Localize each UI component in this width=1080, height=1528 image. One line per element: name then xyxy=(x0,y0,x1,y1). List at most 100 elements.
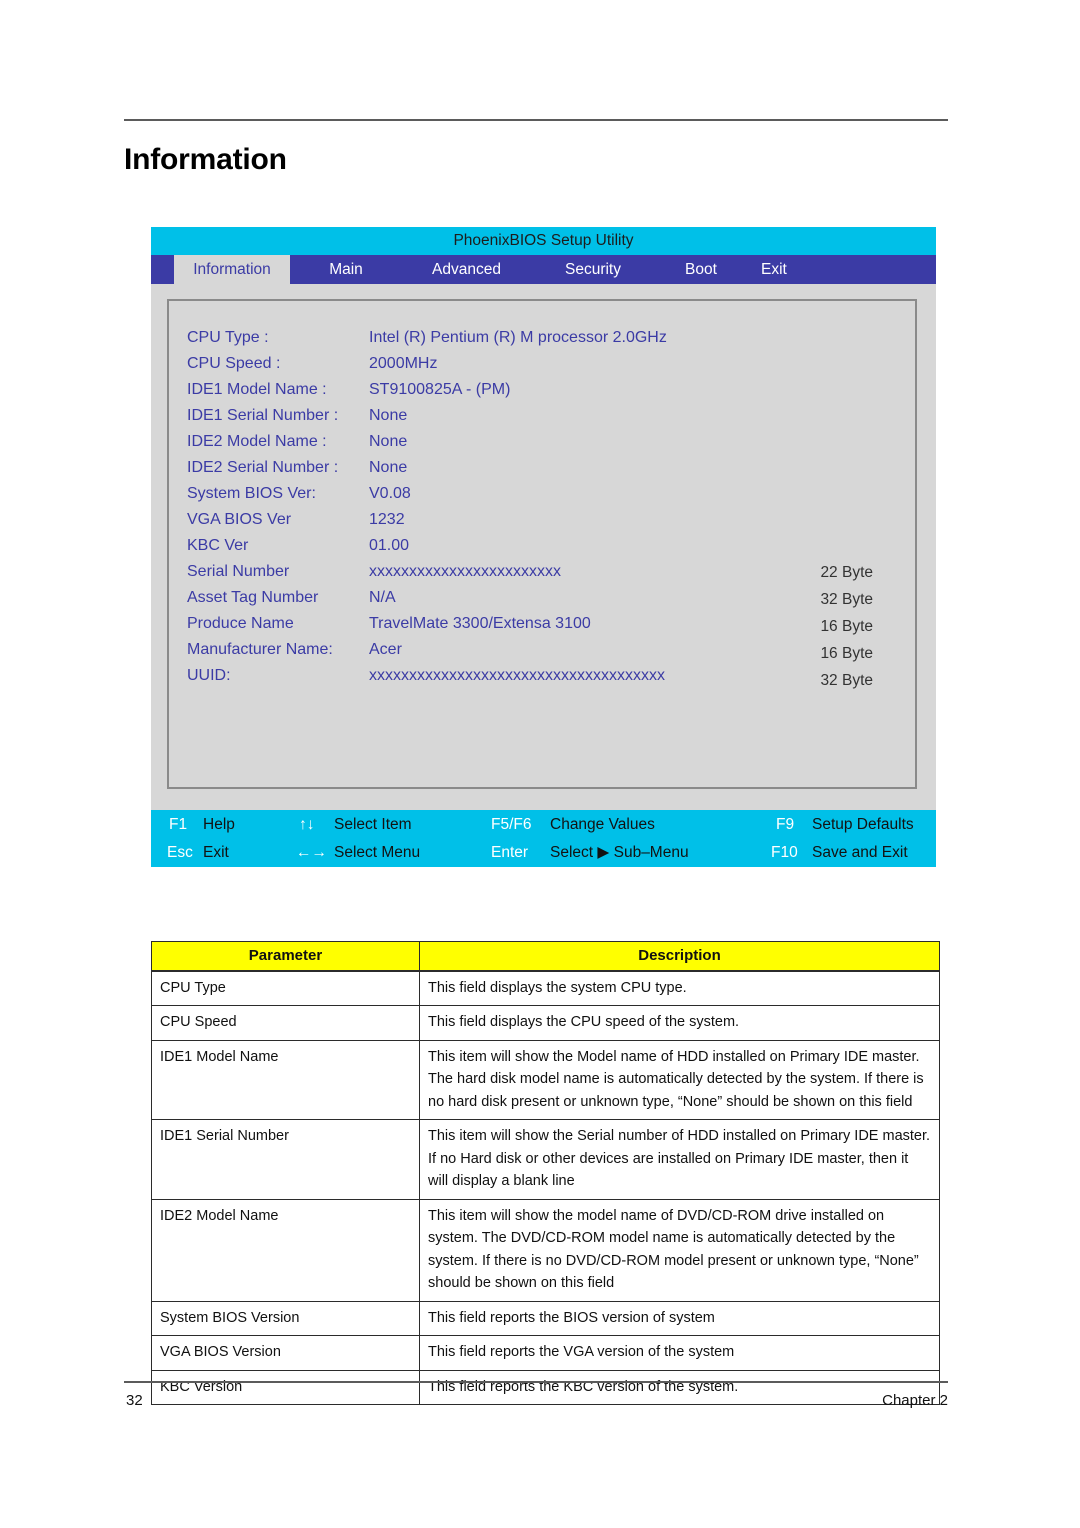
fkey-f10-label: Save and Exit xyxy=(812,844,908,861)
cell-description: This item will show the model name of DV… xyxy=(419,1198,940,1302)
field-label: IDE2 Serial Number : xyxy=(187,459,339,476)
cell-description: This field displays the system CPU type. xyxy=(419,970,940,1007)
field-label: CPU Type : xyxy=(187,329,269,346)
table-header-row: Parameter Description xyxy=(151,941,940,972)
table-row: CPU Speed This field displays the CPU sp… xyxy=(151,1005,940,1041)
bios-info-panel: CPU Type : Intel (R) Pentium (R) M proce… xyxy=(167,299,917,789)
bios-function-key-bar: F1 Help ↑↓ Select Item F5/F6 Change Valu… xyxy=(151,810,936,867)
field-value: None xyxy=(369,459,408,476)
footer-chapter-label: Chapter 2 xyxy=(882,1392,948,1409)
cell-description: This item will show the Serial number of… xyxy=(419,1119,940,1200)
field-value: xxxxxxxxxxxxxxxxxxxxxxxxxxxxxxxxxxxxx xyxy=(369,667,665,684)
field-value: ST9100825A - (PM) xyxy=(369,381,511,398)
cell-parameter: VGA BIOS Version xyxy=(151,1335,420,1371)
byte-size-item: 32 Byte xyxy=(820,591,873,608)
fkey-updown[interactable]: ↑↓ xyxy=(299,811,315,839)
bios-field-row: IDE1 Model Name : ST9100825A - (PM) xyxy=(187,381,887,407)
byte-size-item: 32 Byte xyxy=(820,672,873,689)
cell-parameter: KBC Version xyxy=(151,1369,420,1406)
menu-tab-exit[interactable]: Exit xyxy=(747,255,837,284)
byte-size-item: 16 Byte xyxy=(820,645,873,662)
page-title: Information xyxy=(124,143,287,176)
menu-tab-boot[interactable]: Boot xyxy=(655,255,747,284)
table-row: KBC Version This field reports the KBC v… xyxy=(151,1369,940,1406)
field-label: IDE1 Serial Number : xyxy=(187,407,339,424)
fkey-updown-label: Select Item xyxy=(334,816,412,833)
bios-field-row: CPU Speed : 2000MHz xyxy=(187,355,887,381)
cell-description: This field reports the KBC version of th… xyxy=(419,1369,940,1406)
fkey-f1-label: Help xyxy=(203,816,235,833)
fkey-esc[interactable]: Esc xyxy=(167,839,193,867)
fkey-f1[interactable]: F1 xyxy=(169,811,187,839)
field-value: Intel (R) Pentium (R) M processor 2.0GHz xyxy=(369,329,667,346)
fkey-leftright[interactable]: ←→ xyxy=(296,839,327,867)
footer-page-number: 32 xyxy=(126,1392,143,1409)
table-row: IDE1 Model Name This item will show the … xyxy=(151,1039,940,1121)
field-label: CPU Speed : xyxy=(187,355,281,372)
page-top-rule xyxy=(124,119,948,121)
field-label: System BIOS Ver: xyxy=(187,485,316,502)
parameter-description-table: Parameter Description CPU Type This fiel… xyxy=(151,941,940,1406)
cell-description: This field reports the BIOS version of s… xyxy=(419,1300,940,1337)
bios-field-row: System BIOS Ver: V0.08 xyxy=(187,485,887,511)
field-label: Produce Name xyxy=(187,615,294,632)
fkey-leftright-label: Select Menu xyxy=(334,844,421,861)
bios-setup-screen: PhoenixBIOS Setup Utility Information Ma… xyxy=(151,227,936,867)
fkey-f9-label: Setup Defaults xyxy=(812,816,914,833)
field-label: VGA BIOS Ver xyxy=(187,511,292,528)
field-label: IDE1 Model Name : xyxy=(187,381,327,398)
table-row: IDE2 Model Name This item will show the … xyxy=(151,1198,940,1302)
menu-tab-main[interactable]: Main xyxy=(290,255,402,284)
menu-tab-advanced[interactable]: Advanced xyxy=(402,255,531,284)
bios-title-bar: PhoenixBIOS Setup Utility xyxy=(151,227,936,255)
fkey-enter[interactable]: Enter xyxy=(491,839,528,867)
fkey-f5f6[interactable]: F5/F6 xyxy=(491,811,531,839)
field-value: 01.00 xyxy=(369,537,410,554)
function-key-row-1: F1 Help ↑↓ Select Item F5/F6 Change Valu… xyxy=(151,811,936,839)
fkey-esc-label: Exit xyxy=(203,844,229,861)
function-key-row-2: Esc Exit ←→ Select Menu Enter Select ▶ S… xyxy=(151,839,936,867)
cell-parameter: CPU Type xyxy=(151,970,420,1007)
cell-parameter: CPU Speed xyxy=(151,1005,420,1041)
field-value: None xyxy=(369,407,408,424)
byte-size-item: 22 Byte xyxy=(820,564,873,581)
table-row: IDE1 Serial Number This item will show t… xyxy=(151,1119,940,1200)
column-header-parameter: Parameter xyxy=(151,941,420,972)
field-label: IDE2 Model Name : xyxy=(187,433,327,450)
bios-field-row: IDE1 Serial Number : None xyxy=(187,407,887,433)
menu-tab-security[interactable]: Security xyxy=(531,255,655,284)
table-row: System BIOS Version This field reports t… xyxy=(151,1300,940,1337)
field-value: TravelMate 3300/Extensa 3100 xyxy=(369,615,591,632)
cell-parameter: IDE1 Model Name xyxy=(151,1039,420,1121)
bios-menu-bar: Information Main Advanced Security Boot … xyxy=(151,255,936,284)
bios-body: CPU Type : Intel (R) Pentium (R) M proce… xyxy=(151,284,936,809)
bios-field-row: IDE2 Serial Number : None xyxy=(187,459,887,485)
cell-description: This field reports the VGA version of th… xyxy=(419,1335,940,1371)
field-label: KBC Ver xyxy=(187,537,249,554)
field-value: 1232 xyxy=(369,511,405,528)
fkey-f10[interactable]: F10 xyxy=(771,839,798,867)
field-value: V0.08 xyxy=(369,485,411,502)
field-value: None xyxy=(369,433,408,450)
cell-parameter: System BIOS Version xyxy=(151,1300,420,1337)
table-row: CPU Type This field displays the system … xyxy=(151,970,940,1007)
field-label: Asset Tag Number xyxy=(187,589,319,606)
byte-size-item: 16 Byte xyxy=(820,618,873,635)
field-value: 2000MHz xyxy=(369,355,438,372)
bios-field-row: VGA BIOS Ver 1232 xyxy=(187,511,887,537)
field-value: xxxxxxxxxxxxxxxxxxxxxxxx xyxy=(369,563,561,580)
bios-field-row: IDE2 Model Name : None xyxy=(187,433,887,459)
menu-tab-information[interactable]: Information xyxy=(174,255,290,284)
field-value: Acer xyxy=(369,641,402,658)
fkey-enter-label: Select ▶ Sub–Menu xyxy=(550,844,689,861)
menu-bar-left-edge xyxy=(151,255,174,284)
cell-parameter: IDE2 Model Name xyxy=(151,1198,420,1302)
table-row: VGA BIOS Version This field reports the … xyxy=(151,1335,940,1371)
column-header-description: Description xyxy=(419,941,940,972)
field-label: UUID: xyxy=(187,667,231,684)
field-label: Manufacturer Name: xyxy=(187,641,333,658)
fkey-f9[interactable]: F9 xyxy=(776,811,794,839)
bios-utility-title: PhoenixBIOS Setup Utility xyxy=(453,232,634,249)
cell-parameter: IDE1 Serial Number xyxy=(151,1119,420,1200)
bios-field-row: CPU Type : Intel (R) Pentium (R) M proce… xyxy=(187,329,887,355)
